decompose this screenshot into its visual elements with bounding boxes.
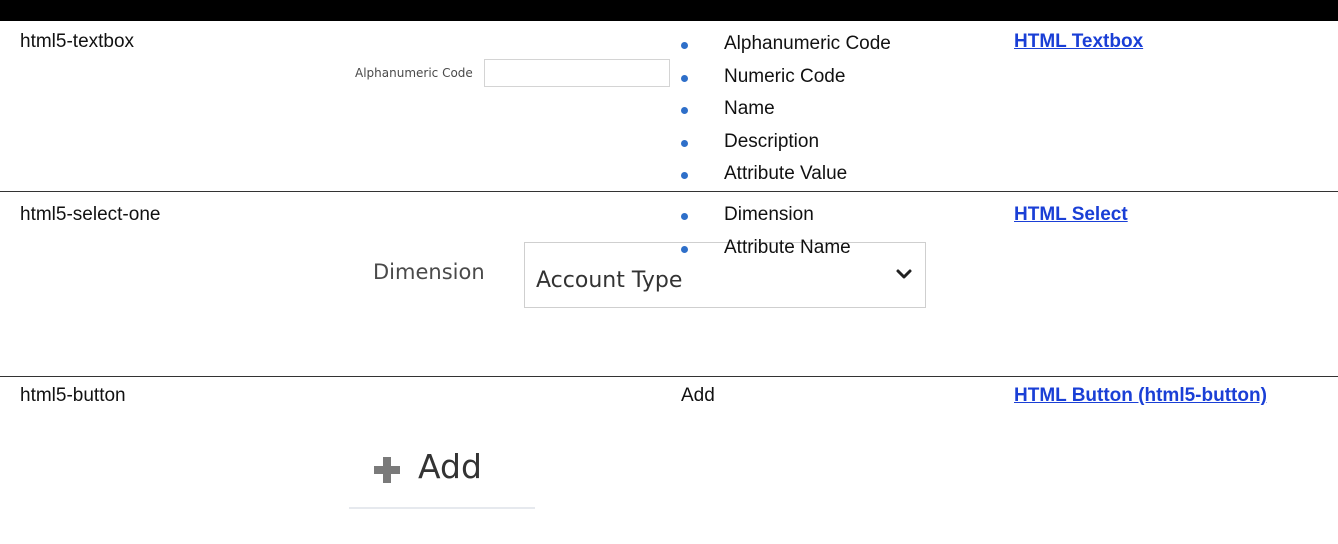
link-html-textbox[interactable]: HTML Textbox bbox=[1014, 30, 1143, 54]
row-divider bbox=[0, 376, 1338, 377]
plus-icon bbox=[374, 457, 400, 483]
add-button-preview[interactable]: Add bbox=[349, 443, 535, 509]
bullet-icon bbox=[681, 42, 688, 49]
select-field-list: Dimension Attribute Name bbox=[673, 203, 851, 268]
bullet-icon bbox=[681, 107, 688, 114]
link-html-button[interactable]: HTML Button (html5-button) bbox=[1014, 384, 1267, 408]
add-button-label: Add bbox=[418, 447, 482, 486]
select-preview-label: Dimension bbox=[373, 260, 485, 284]
textbox-field-list: Alphanumeric Code Numeric Code Name Desc… bbox=[673, 32, 891, 195]
bullet-icon bbox=[681, 74, 688, 82]
bullet-icon bbox=[681, 172, 688, 179]
textbox-preview-label: Alphanumeric Code bbox=[355, 66, 473, 80]
row-divider bbox=[0, 191, 1338, 192]
list-item: Attribute Name bbox=[673, 236, 851, 269]
bullet-icon bbox=[681, 139, 688, 147]
textbox-preview-input[interactable] bbox=[483, 59, 670, 87]
button-value-text: Add bbox=[681, 385, 715, 406]
type-name-select: html5-select-one bbox=[20, 204, 161, 225]
select-preview-value: Account Type bbox=[536, 268, 683, 293]
type-name-textbox: html5-textbox bbox=[20, 31, 135, 52]
list-item: Numeric Code bbox=[673, 65, 891, 98]
table-header-bar bbox=[0, 0, 1338, 21]
type-name-button: html5-button bbox=[20, 385, 126, 406]
bullet-icon bbox=[681, 213, 688, 220]
list-item: Alphanumeric Code bbox=[673, 32, 891, 65]
list-item: Name bbox=[673, 97, 891, 130]
list-item: Description bbox=[673, 130, 891, 163]
textbox-preview: Alphanumeric Code bbox=[355, 59, 670, 87]
link-html-select[interactable]: HTML Select bbox=[1014, 203, 1128, 227]
bullet-icon bbox=[681, 245, 688, 253]
list-item: Attribute Value bbox=[673, 162, 891, 195]
list-item: Dimension bbox=[673, 203, 851, 236]
chevron-down-icon bbox=[896, 269, 912, 279]
